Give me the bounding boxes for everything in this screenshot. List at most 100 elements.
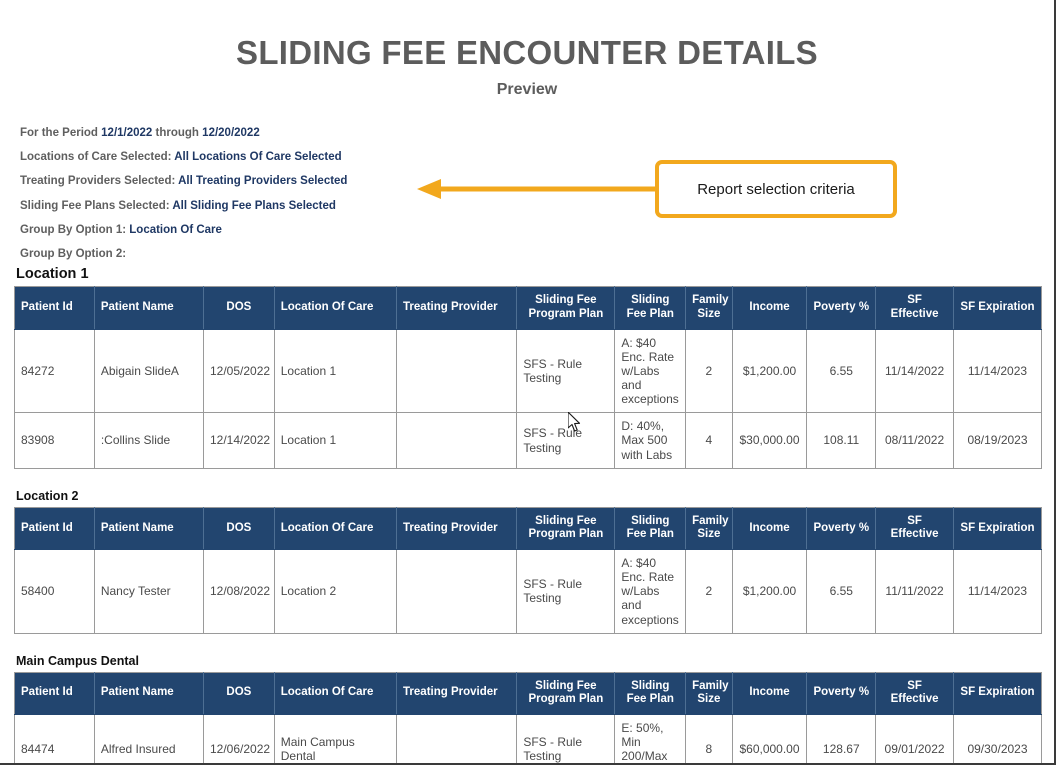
column-header-patient-name[interactable]: Patient Name (94, 672, 205, 715)
criteria-period-label: For the Period (20, 126, 98, 139)
cell-dos: 12/05/2022 (203, 329, 275, 414)
cell-patient-name: Abigain SlideA (94, 329, 205, 414)
cell-sf-effective: 11/14/2022 (875, 329, 954, 414)
cell-treating-provider (396, 714, 518, 763)
cell-family-size: 8 (685, 714, 733, 763)
criteria-locations-label: Locations of Care Selected: (20, 150, 172, 163)
cell-sf-program-plan: SFS - Rule Testing (516, 329, 616, 414)
report-groups: Location 1 Patient Id Patient Name DOS Locat… (0, 266, 1054, 763)
column-header-sf-expiration[interactable]: SF Expiration (953, 672, 1042, 715)
cell-income: $60,000.00 (732, 714, 808, 763)
column-header-sf-expiration[interactable]: SF Expiration (953, 286, 1042, 330)
column-header-location-of-care[interactable]: Location Of Care (274, 507, 398, 550)
column-header-family-size[interactable]: Family Size (685, 507, 733, 550)
cell-treating-provider (396, 329, 518, 414)
column-header-patient-name[interactable]: Patient Name (94, 286, 205, 330)
table-header-row: Patient Id Patient Name DOS Location Of Car… (14, 507, 1042, 550)
column-header-sf-plan[interactable]: Sliding Fee Plan (614, 672, 687, 715)
column-header-sf-effective[interactable]: SF Effective (875, 286, 954, 330)
cell-sf-program-plan: SFS - Rule Testing (516, 412, 616, 469)
cell-treating-provider (396, 549, 518, 634)
column-header-dos[interactable]: DOS (203, 507, 275, 550)
cell-sf-effective: 09/01/2022 (875, 714, 954, 763)
column-header-patient-id[interactable]: Patient Id (14, 672, 95, 715)
cell-sf-effective: 11/11/2022 (875, 549, 954, 634)
group-heading: Location 1 (16, 266, 89, 283)
criteria-period: For the Period 12/1/2022 through 12/20/2… (20, 121, 1054, 145)
column-header-family-size[interactable]: Family Size (685, 672, 733, 715)
column-header-patient-name[interactable]: Patient Name (94, 507, 205, 550)
cell-sf-expiration: 09/30/2023 (953, 714, 1042, 763)
column-header-income[interactable]: Income (732, 507, 808, 550)
criteria-group2-label: Group By Option 2: (20, 248, 127, 261)
table-row[interactable]: 84272 Abigain SlideA 12/05/2022 Location 1 S… (14, 329, 1042, 414)
cell-dos: 12/08/2022 (203, 549, 275, 634)
column-header-family-size[interactable]: Family Size (685, 286, 733, 330)
page-subtitle: Preview (496, 80, 558, 98)
column-header-sf-program-plan[interactable]: Sliding Fee Program Plan (516, 672, 616, 715)
cell-income: $1,200.00 (732, 549, 808, 634)
cell-sf-plan: A: $40 Enc. Rate w/Labs and exceptions (614, 329, 687, 414)
table-row[interactable]: 83908:Collins Slide 12/14/2022 Location 1 S… (14, 412, 1042, 469)
cell-patient-name: Nancy Tester (94, 549, 205, 634)
column-header-location-of-care[interactable]: Location Of Care (274, 672, 398, 715)
column-header-sf-program-plan[interactable]: Sliding Fee Program Plan (516, 286, 616, 330)
column-header-sf-plan[interactable]: Sliding Fee Plan (614, 507, 687, 550)
criteria-locations: Locations of Care Selected: All Location… (20, 145, 1054, 169)
column-header-sf-expiration[interactable]: SF Expiration (953, 507, 1042, 550)
criteria-plans-label: Sliding Fee Plans Selected: (20, 199, 170, 212)
cell-sf-program-plan: SFS - Rule Testing (516, 549, 616, 634)
column-header-sf-plan[interactable]: Sliding Fee Plan (614, 286, 687, 330)
column-header-sf-effective[interactable]: SF Effective (875, 507, 954, 550)
encounter-table: Patient Id Patient Name DOS Location Of Car… (14, 506, 1042, 634)
cell-location-of-care: Location 1 (274, 329, 398, 414)
criteria-group1-value: Location Of Care (129, 223, 222, 236)
column-header-patient-id[interactable]: Patient Id (14, 286, 95, 330)
column-header-income[interactable]: Income (732, 672, 808, 715)
column-header-dos[interactable]: DOS (203, 672, 275, 715)
cell-location-of-care: Location 1 (274, 412, 398, 469)
column-header-treating-provider[interactable]: Treating Provider (396, 672, 518, 715)
callout-arrow-icon (417, 179, 655, 199)
criteria-period-through: through (155, 126, 199, 139)
encounter-table: Patient Id Patient Name DOS Location Of Car… (14, 286, 1042, 469)
cell-sf-program-plan: SFS - Rule Testing (516, 714, 616, 763)
criteria-providers-value: All Treating Providers Selected (178, 175, 348, 188)
column-header-income[interactable]: Income (732, 286, 808, 330)
table-row[interactable]: 58400 Nancy Tester 12/08/2022 Location 2 SFS… (14, 549, 1042, 634)
cell-patient-id: 83908 (14, 412, 95, 469)
report-page: SLIDING FEE ENCOUNTER DETAILS Preview Fo… (0, 0, 1056, 765)
cell-sf-effective: 08/11/2022 (875, 412, 954, 469)
column-header-location-of-care[interactable]: Location Of Care (274, 286, 398, 330)
cell-poverty-pct: 108.11 (806, 412, 877, 469)
encounter-table: Patient Id Patient Name DOS Location Of Car… (14, 671, 1042, 763)
cell-patient-id: 84474 (14, 714, 95, 763)
cell-poverty-pct: 6.55 (806, 329, 877, 414)
cell-poverty-pct: 6.55 (806, 549, 877, 634)
column-header-treating-provider[interactable]: Treating Provider (396, 286, 518, 330)
column-header-dos[interactable]: DOS (203, 286, 275, 330)
cell-patient-id: 84272 (14, 329, 95, 414)
cell-location-of-care: Location 2 (274, 549, 398, 634)
criteria-group-by-1: Group By Option 1: Location Of Care (20, 218, 1054, 242)
column-header-sf-effective[interactable]: SF Effective (875, 672, 954, 715)
table-row[interactable]: 84474 Alfred Insured 12/06/2022 Main Campus… (14, 714, 1042, 763)
column-header-poverty-pct[interactable]: Poverty % (806, 286, 877, 330)
report-group: Location 1 Patient Id Patient Name DOS Locat… (0, 266, 1054, 469)
column-header-treating-provider[interactable]: Treating Provider (396, 507, 518, 550)
column-header-patient-id[interactable]: Patient Id (14, 507, 95, 550)
cell-patient-id: 58400 (14, 549, 95, 634)
cell-location-of-care: Main Campus Dental (274, 714, 398, 763)
column-header-poverty-pct[interactable]: Poverty % (806, 507, 877, 550)
cell-patient-name: Alfred Insured (94, 714, 205, 763)
cell-sf-plan: E: 50%, Min 200/Max 300 (614, 714, 687, 763)
report-group: Main Campus Dental Patient Id Patient Name… (0, 654, 1054, 763)
cell-income: $1,200.00 (732, 329, 808, 414)
column-header-sf-program-plan[interactable]: Sliding Fee Program Plan (516, 507, 616, 550)
criteria-plans-value: All Sliding Fee Plans Selected (172, 199, 336, 212)
page-title: SLIDING FEE ENCOUNTER DETAILS (236, 34, 818, 71)
criteria-group1-label: Group By Option 1: (20, 223, 127, 236)
cell-dos: 12/14/2022 (203, 412, 275, 469)
column-header-poverty-pct[interactable]: Poverty % (806, 672, 877, 715)
callout-box: Report selection criteria (655, 160, 897, 218)
